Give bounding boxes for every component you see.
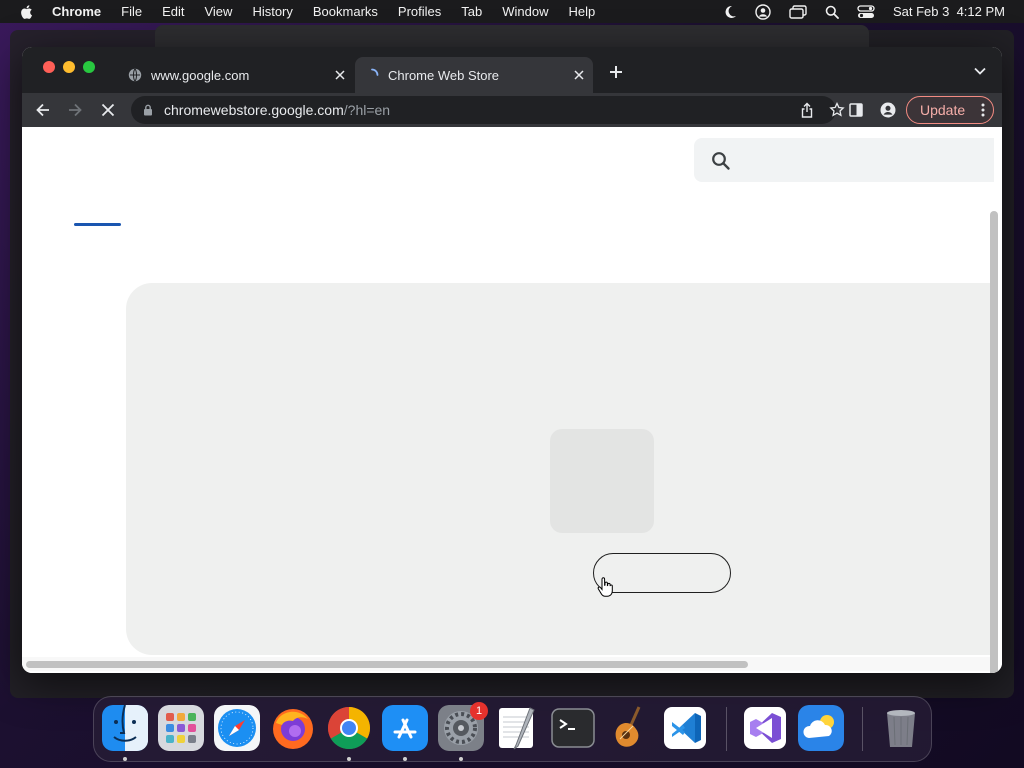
chrome-icon[interactable] xyxy=(326,705,372,751)
menu-history[interactable]: History xyxy=(252,4,292,19)
share-icon[interactable] xyxy=(800,102,814,118)
update-label: Update xyxy=(920,102,966,118)
window-minimize-button[interactable] xyxy=(63,61,75,73)
trash-icon[interactable] xyxy=(878,705,924,751)
running-indicator xyxy=(459,757,463,761)
more-options-icon[interactable] xyxy=(981,103,985,117)
launchpad-icon[interactable] xyxy=(158,705,204,751)
menu-bookmarks[interactable]: Bookmarks xyxy=(313,4,378,19)
globe-icon xyxy=(128,68,142,82)
running-indicator xyxy=(123,757,127,761)
tab-google[interactable]: www.google.com xyxy=(118,57,354,93)
menu-window[interactable]: Window xyxy=(502,4,548,19)
lock-icon[interactable] xyxy=(143,104,153,116)
url-host: chromewebstore.google.com xyxy=(164,102,344,118)
browser-toolbar: chromewebstore.google.com/?hl=en Update xyxy=(22,93,1002,127)
store-search-input[interactable] xyxy=(694,138,994,182)
window-close-button[interactable] xyxy=(43,61,55,73)
status-area: Sat Feb 3 4:12 PM xyxy=(723,0,1005,23)
tab-chrome-web-store[interactable]: Chrome Web Store xyxy=(355,57,593,93)
stop-loading-icon[interactable] xyxy=(99,101,117,119)
url-path: /?hl=en xyxy=(343,102,391,118)
user-circle-icon[interactable] xyxy=(755,3,771,20)
forward-arrow-icon[interactable] xyxy=(66,101,84,119)
vertical-scrollbar[interactable] xyxy=(990,211,998,673)
weather-icon[interactable] xyxy=(798,705,844,751)
textedit-icon[interactable] xyxy=(494,705,540,751)
tab-title: www.google.com xyxy=(151,68,250,83)
menu-edit[interactable]: Edit xyxy=(162,4,184,19)
browser-window: www.google.com Chrome Web Store chromewe… xyxy=(22,47,1002,673)
menu-help[interactable]: Help xyxy=(569,4,596,19)
tab-strip: www.google.com Chrome Web Store xyxy=(22,47,1002,93)
menu-file[interactable]: File xyxy=(121,4,142,19)
web-page-content xyxy=(22,127,1002,673)
screen-mirroring-icon[interactable] xyxy=(789,4,807,19)
menu-view[interactable]: View xyxy=(204,4,232,19)
loading-image-placeholder xyxy=(550,429,654,533)
terminal-icon[interactable] xyxy=(550,705,596,751)
menu-tab[interactable]: Tab xyxy=(461,4,482,19)
profile-icon[interactable] xyxy=(880,102,896,118)
running-indicator xyxy=(403,757,407,761)
control-center-icon[interactable] xyxy=(857,4,875,19)
moon-icon[interactable] xyxy=(723,5,737,19)
new-tab-icon[interactable] xyxy=(609,65,623,79)
app-store-icon[interactable] xyxy=(382,705,428,751)
dock: 1 xyxy=(93,696,932,762)
vscode-icon[interactable] xyxy=(662,705,708,751)
tab-close-icon[interactable] xyxy=(334,69,346,81)
horizontal-scrollbar[interactable] xyxy=(26,661,748,668)
visual-studio-icon[interactable] xyxy=(742,705,788,751)
menu-profiles[interactable]: Profiles xyxy=(398,4,441,19)
bookmark-star-icon[interactable] xyxy=(829,102,845,118)
menu-bar: Chrome File Edit View History Bookmarks … xyxy=(0,0,1024,23)
update-button[interactable]: Update xyxy=(906,96,994,124)
loading-spinner-icon xyxy=(371,68,379,76)
chevron-down-icon[interactable] xyxy=(974,67,986,75)
garageband-icon[interactable] xyxy=(606,705,652,751)
spotlight-search-icon[interactable] xyxy=(825,5,839,19)
safari-icon[interactable] xyxy=(214,705,260,751)
url-text[interactable]: chromewebstore.google.com/?hl=en xyxy=(164,102,390,118)
back-arrow-icon[interactable] xyxy=(34,101,52,119)
firefox-icon[interactable] xyxy=(270,705,316,751)
search-icon xyxy=(712,152,730,170)
tab-close-icon[interactable] xyxy=(573,69,585,81)
notification-badge: 1 xyxy=(470,702,488,720)
dock-separator xyxy=(726,707,727,751)
dock-separator xyxy=(862,707,863,751)
apple-icon[interactable] xyxy=(19,4,35,20)
active-nav-indicator xyxy=(74,223,121,226)
menu-app-name[interactable]: Chrome xyxy=(52,4,101,19)
address-bar[interactable]: chromewebstore.google.com/?hl=en xyxy=(131,96,845,124)
hand-pointer-cursor-icon xyxy=(597,577,613,597)
finder-icon[interactable] xyxy=(102,705,148,751)
menu-bar-clock[interactable]: Sat Feb 3 4:12 PM xyxy=(893,4,1005,19)
tab-title: Chrome Web Store xyxy=(388,68,500,83)
window-zoom-button[interactable] xyxy=(83,61,95,73)
running-indicator xyxy=(347,757,351,761)
side-panel-icon[interactable] xyxy=(849,103,863,117)
hero-card-placeholder xyxy=(126,283,996,655)
